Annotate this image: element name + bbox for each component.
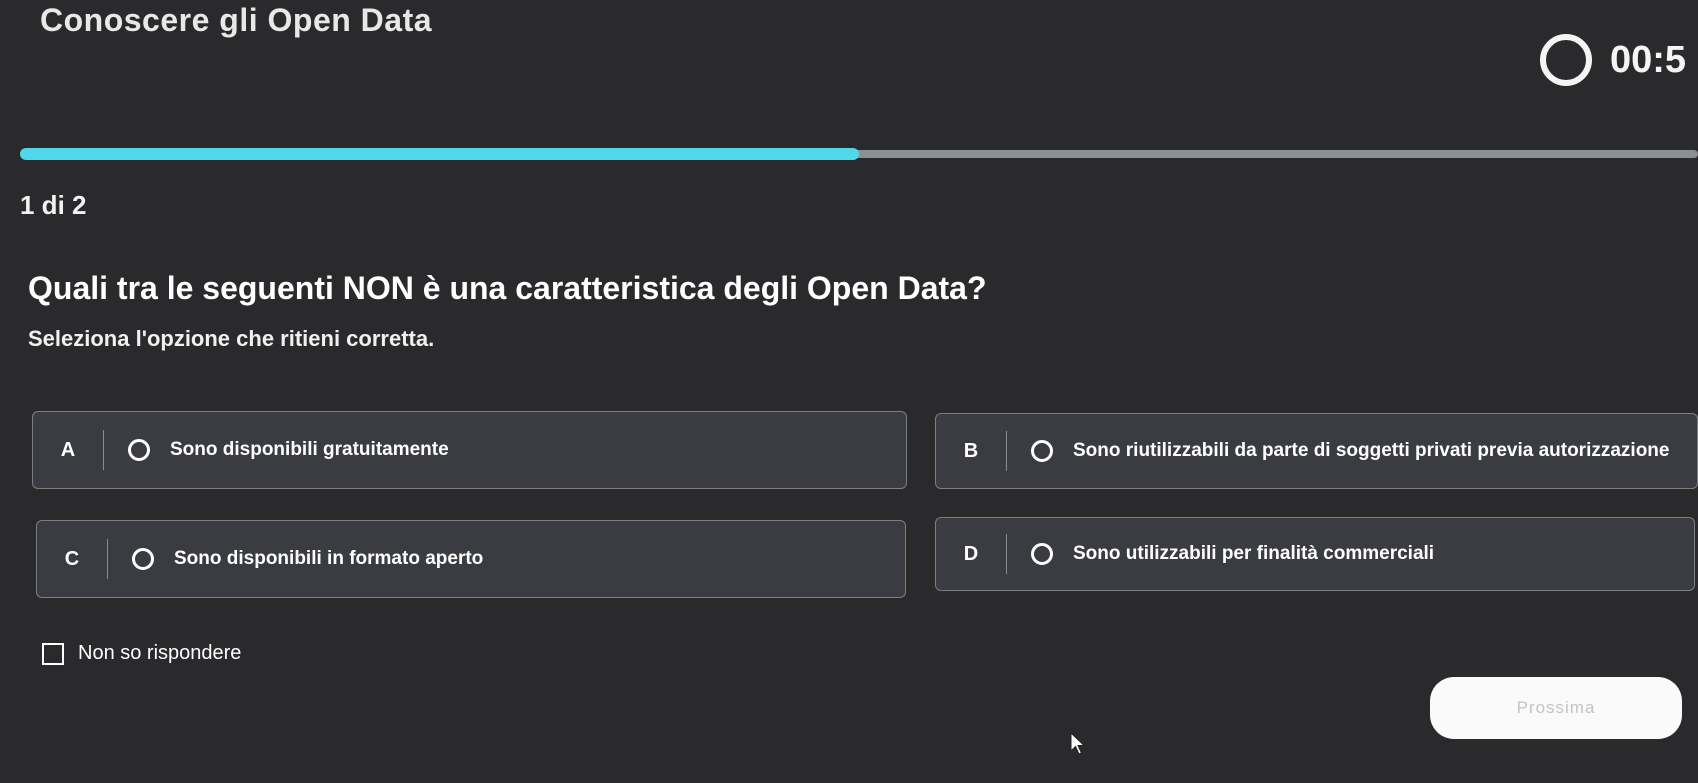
option-divider [107, 539, 108, 579]
option-label: Sono utilizzabili per finalità commercia… [1073, 543, 1435, 564]
radio-unchecked-icon[interactable] [128, 439, 150, 461]
answer-option-c[interactable]: C Sono disponibili in formato aperto [36, 520, 906, 598]
step-counter: 1 di 2 [20, 190, 87, 220]
option-divider [1006, 534, 1007, 574]
radio-unchecked-icon[interactable] [1031, 440, 1053, 462]
option-letter: B [963, 439, 979, 462]
option-divider [103, 430, 104, 470]
no-answer-label: Non so rispondere [78, 642, 242, 664]
instruction-text: Seleziona l'opzione che ritieni corretta… [28, 326, 435, 351]
progress-bar [20, 148, 1698, 160]
radio-unchecked-icon[interactable] [1031, 543, 1053, 565]
timer-text: 00:5 [1610, 38, 1687, 81]
option-divider [1006, 431, 1007, 471]
option-label: Sono riutilizzabili da parte di soggetti… [1073, 440, 1670, 461]
option-letter: D [963, 542, 979, 565]
option-letter: A [60, 438, 76, 461]
answer-option-a[interactable]: A Sono disponibili gratuitamente [32, 411, 907, 489]
next-button[interactable]: Prossima [1430, 677, 1682, 739]
no-answer-option[interactable]: Non so rispondere [42, 642, 241, 665]
answer-option-d[interactable]: D Sono utilizzabili per finalità commerc… [935, 517, 1695, 591]
option-letter: C [64, 547, 80, 570]
page-title: Conoscere gli Open Data [40, 2, 433, 38]
progress-bar-fill [20, 148, 859, 160]
checkbox-unchecked-icon[interactable] [42, 642, 64, 665]
timer: 00:5 [1540, 28, 1698, 92]
option-label: Sono disponibili in formato aperto [174, 548, 484, 569]
answer-option-b[interactable]: B Sono riutilizzabili da parte di sogget… [935, 413, 1698, 489]
question-text: Quali tra le seguenti NON è una caratter… [28, 270, 987, 306]
mouse-pointer-icon-svg [1070, 732, 1086, 755]
timer-ring-icon [1540, 34, 1592, 86]
option-label: Sono disponibili gratuitamente [170, 439, 449, 460]
radio-unchecked-icon[interactable] [132, 548, 154, 570]
